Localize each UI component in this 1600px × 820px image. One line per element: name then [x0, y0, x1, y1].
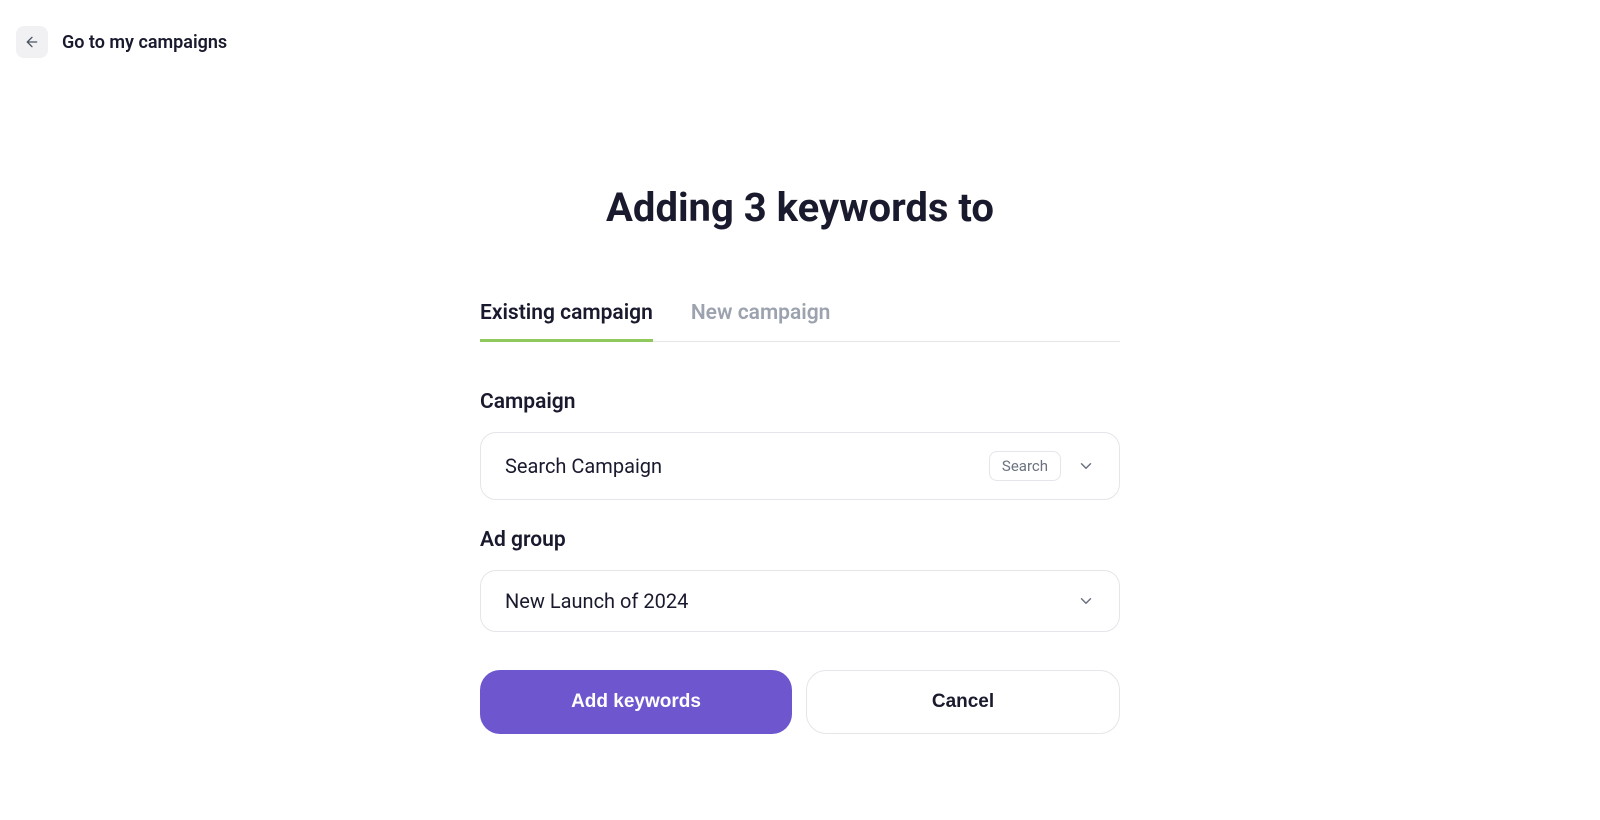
tab-new-campaign[interactable]: New campaign [691, 301, 831, 341]
add-keywords-button[interactable]: Add keywords [480, 670, 792, 734]
campaign-value: Search Campaign [505, 454, 662, 478]
campaign-label: Campaign [480, 390, 1120, 414]
campaign-type-badge: Search [989, 451, 1061, 481]
arrow-left-icon [24, 34, 40, 50]
chevron-down-icon [1077, 592, 1095, 610]
campaign-select[interactable]: Search Campaign Search [480, 432, 1120, 500]
tab-existing-campaign[interactable]: Existing campaign [480, 301, 653, 341]
adgroup-select[interactable]: New Launch of 2024 [480, 570, 1120, 632]
tabs-container: Existing campaign New campaign [480, 301, 1120, 342]
cancel-button[interactable]: Cancel [806, 670, 1120, 734]
chevron-down-icon [1077, 457, 1095, 475]
page-title: Adding 3 keywords to [480, 184, 1120, 231]
back-button[interactable] [16, 26, 48, 58]
adgroup-value: New Launch of 2024 [505, 589, 688, 613]
adgroup-label: Ad group [480, 528, 1120, 552]
back-label: Go to my campaigns [62, 32, 227, 53]
